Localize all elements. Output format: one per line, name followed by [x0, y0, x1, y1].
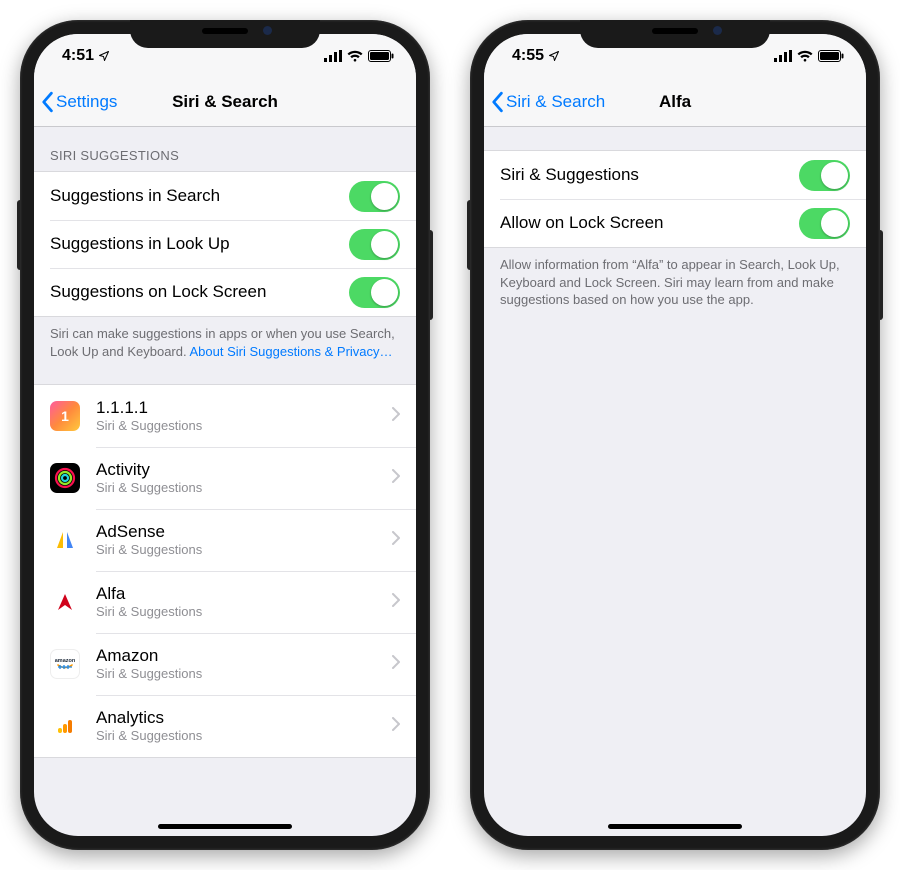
toggle-row-lockscreen: Suggestions on Lock Screen	[34, 268, 416, 316]
app-sub: Siri & Suggestions	[96, 667, 392, 682]
app-sub: Siri & Suggestions	[96, 543, 392, 558]
phone-left: 4:51	[20, 20, 430, 850]
toggle-label: Suggestions in Look Up	[50, 234, 349, 254]
screen-right: 4:55	[484, 34, 866, 836]
app-name: Analytics	[96, 708, 392, 728]
siri-suggestions-group: Suggestions in Search Suggestions in Loo…	[34, 171, 416, 317]
app-sub: Siri & Suggestions	[96, 481, 392, 496]
back-button[interactable]: Siri & Search	[484, 91, 605, 113]
cellular-icon	[324, 50, 342, 62]
app-icon-analytics	[50, 711, 80, 741]
app-icon-adsense	[50, 525, 80, 555]
about-privacy-link[interactable]: About Siri Suggestions & Privacy…	[190, 344, 393, 359]
app-name: Activity	[96, 460, 392, 480]
app-name: Amazon	[96, 646, 392, 666]
back-button[interactable]: Settings	[34, 91, 117, 113]
app-name: 1.1.1.1	[96, 398, 392, 418]
app-sub: Siri & Suggestions	[96, 729, 392, 744]
phone-right: 4:55	[470, 20, 880, 850]
wifi-icon	[797, 50, 813, 62]
app-icon-amazon: amazon	[50, 649, 80, 679]
toggle-switch[interactable]	[349, 181, 400, 212]
nav-bar: Settings Siri & Search	[34, 78, 416, 127]
toggle-switch[interactable]	[799, 208, 850, 239]
status-time: 4:51	[62, 47, 94, 65]
content[interactable]: SIRI SUGGESTIONS Suggestions in Search S…	[34, 126, 416, 836]
screen-left: 4:51	[34, 34, 416, 836]
app-name: AdSense	[96, 522, 392, 542]
cellular-icon	[774, 50, 792, 62]
toggle-row-lookup: Suggestions in Look Up	[34, 220, 416, 268]
nav-bar: Siri & Search Alfa	[484, 78, 866, 127]
notch	[130, 20, 320, 48]
notch	[580, 20, 770, 48]
chevron-right-icon	[392, 593, 400, 612]
app-icon-activity	[50, 463, 80, 493]
battery-icon	[818, 50, 844, 62]
status-time: 4:55	[512, 47, 544, 65]
back-label: Settings	[56, 92, 117, 112]
toggle-switch[interactable]	[349, 277, 400, 308]
app-sub: Siri & Suggestions	[96, 419, 392, 434]
battery-icon	[368, 50, 394, 62]
toggle-row-siri-suggestions: Siri & Suggestions	[484, 151, 866, 199]
location-icon	[98, 50, 110, 62]
back-label: Siri & Search	[506, 92, 605, 112]
toggle-label: Siri & Suggestions	[500, 165, 799, 185]
chevron-left-icon	[490, 91, 504, 113]
chevron-right-icon	[392, 531, 400, 550]
location-icon	[548, 50, 560, 62]
home-indicator[interactable]	[608, 824, 742, 829]
app-name: Alfa	[96, 584, 392, 604]
toggle-label: Allow on Lock Screen	[500, 213, 799, 233]
chevron-right-icon	[392, 655, 400, 674]
app-row-amazon[interactable]: amazon Amazon Siri & Suggestions	[34, 633, 416, 695]
toggle-switch[interactable]	[349, 229, 400, 260]
toggle-label: Suggestions on Lock Screen	[50, 282, 349, 302]
toggle-row-allow-lockscreen: Allow on Lock Screen	[484, 199, 866, 247]
app-row-adsense[interactable]: AdSense Siri & Suggestions	[34, 509, 416, 571]
section-footer: Allow information from “Alfa” to appear …	[484, 248, 866, 317]
section-header: SIRI SUGGESTIONS	[34, 126, 416, 171]
chevron-right-icon	[392, 407, 400, 426]
section-footer: Siri can make suggestions in apps or whe…	[34, 317, 416, 360]
home-indicator[interactable]	[158, 824, 292, 829]
wifi-icon	[347, 50, 363, 62]
apps-group: 1 1.1.1.1 Siri & Suggestions Activity	[34, 384, 416, 758]
toggle-row-search: Suggestions in Search	[34, 172, 416, 220]
toggle-label: Suggestions in Search	[50, 186, 349, 206]
alfa-toggle-group: Siri & Suggestions Allow on Lock Screen	[484, 150, 866, 248]
app-row-1111[interactable]: 1 1.1.1.1 Siri & Suggestions	[34, 385, 416, 447]
toggle-switch[interactable]	[799, 160, 850, 191]
app-icon-1111: 1	[50, 401, 80, 431]
app-row-alfa[interactable]: Alfa Siri & Suggestions	[34, 571, 416, 633]
app-icon-alfa	[50, 587, 80, 617]
chevron-right-icon	[392, 469, 400, 488]
app-row-activity[interactable]: Activity Siri & Suggestions	[34, 447, 416, 509]
chevron-right-icon	[392, 717, 400, 736]
content[interactable]: Siri & Suggestions Allow on Lock Screen …	[484, 126, 866, 836]
chevron-left-icon	[40, 91, 54, 113]
svg-text:amazon: amazon	[55, 658, 76, 664]
app-sub: Siri & Suggestions	[96, 605, 392, 620]
app-row-analytics[interactable]: Analytics Siri & Suggestions	[34, 695, 416, 757]
